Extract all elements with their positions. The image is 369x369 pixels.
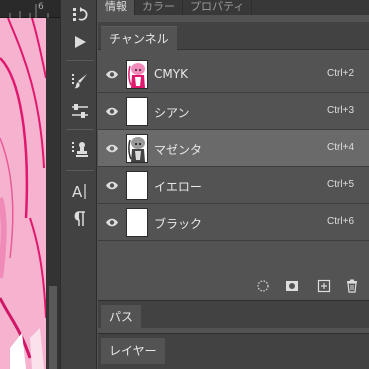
channel-row-cmyk[interactable]: CMYK Ctrl+2 xyxy=(98,56,369,93)
channel-list: CMYK Ctrl+2 シアン Ctrl+3 マゼンタ Ctrl+4 イエロー … xyxy=(98,56,369,241)
channel-name: シアン xyxy=(154,106,190,120)
channel-shortcut: Ctrl+6 xyxy=(327,216,354,227)
paragraph-panel-icon[interactable] xyxy=(67,208,93,230)
tab-channels[interactable]: チャンネル xyxy=(101,26,177,50)
artwork-image xyxy=(0,18,46,369)
info-panel-tabs: 情報 カラー プロパティ xyxy=(98,0,369,15)
layers-panel-header: レイヤー xyxy=(98,333,369,369)
channel-name: イエロー xyxy=(154,180,202,194)
tab-layers[interactable]: レイヤー xyxy=(101,338,165,364)
paths-panel-header: パス xyxy=(98,300,369,329)
channel-thumbnail xyxy=(126,60,148,89)
channel-name: マゼンタ xyxy=(154,143,203,157)
channels-panel-footer xyxy=(98,275,369,297)
actions-play-icon[interactable] xyxy=(67,31,93,53)
channel-row-black[interactable]: ブラック Ctrl+6 xyxy=(98,204,369,241)
tab-paths[interactable]: パス xyxy=(101,305,142,329)
tab-info[interactable]: 情報 xyxy=(98,0,135,15)
channel-shortcut: Ctrl+5 xyxy=(327,179,354,190)
visibility-eye-icon[interactable] xyxy=(105,179,119,192)
channel-shortcut: Ctrl+3 xyxy=(327,105,354,116)
visibility-eye-icon[interactable] xyxy=(105,68,119,81)
clone-source-icon[interactable] xyxy=(67,138,93,160)
scrollbar-thumb[interactable] xyxy=(49,286,57,369)
channel-shortcut: Ctrl+2 xyxy=(327,68,354,79)
channel-thumbnail xyxy=(126,208,148,237)
character-panel-icon[interactable]: A xyxy=(67,180,93,202)
channel-thumbnail xyxy=(126,171,148,200)
adjustments-sliders-icon[interactable] xyxy=(67,100,93,122)
tab-color[interactable]: カラー xyxy=(135,0,183,15)
svg-text:A: A xyxy=(72,183,83,200)
visibility-eye-icon[interactable] xyxy=(105,142,119,155)
channel-name: ブラック xyxy=(154,217,203,231)
panel-dock-icons: A xyxy=(60,0,97,369)
right-panel-group: 情報 カラー プロパティ チャンネル CMYK Ctrl+2 シアン Ctrl+… xyxy=(98,0,369,369)
channel-name: CMYK xyxy=(154,67,188,81)
vertical-scrollbar[interactable] xyxy=(46,18,60,369)
channel-thumbnail xyxy=(126,134,148,163)
new-channel-icon[interactable] xyxy=(317,279,331,293)
document-canvas[interactable]: 6 xyxy=(0,0,60,369)
photoshop-workspace: 6 A 情報 カラー プロパティ チャンネル CMYK Ctrl+2 シアン C… xyxy=(0,0,369,369)
channels-panel-header: チャンネル xyxy=(98,22,369,50)
save-selection-icon[interactable] xyxy=(285,279,299,293)
channel-row-cyan[interactable]: シアン Ctrl+3 xyxy=(98,93,369,130)
history-icon[interactable] xyxy=(67,4,93,26)
channel-shortcut: Ctrl+4 xyxy=(327,142,354,153)
trash-icon[interactable] xyxy=(345,279,359,293)
visibility-eye-icon[interactable] xyxy=(105,105,119,118)
channel-row-yellow[interactable]: イエロー Ctrl+5 xyxy=(98,167,369,204)
brush-presets-icon[interactable] xyxy=(67,70,93,92)
visibility-eye-icon[interactable] xyxy=(105,216,119,229)
load-selection-icon[interactable] xyxy=(256,279,270,293)
horizontal-ruler: 6 xyxy=(0,0,60,18)
channel-row-magenta[interactable]: マゼンタ Ctrl+4 xyxy=(98,130,369,167)
ruler-ticks xyxy=(9,4,49,18)
channel-thumbnail xyxy=(126,97,148,126)
tab-properties[interactable]: プロパティ xyxy=(183,0,253,15)
